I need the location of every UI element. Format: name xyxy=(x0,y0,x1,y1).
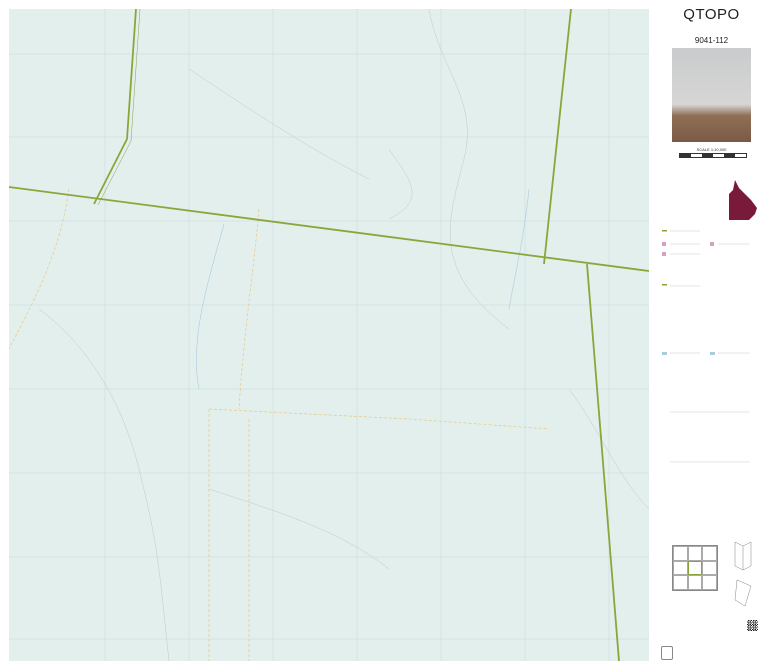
map-grid xyxy=(9,9,649,661)
landscape-photo xyxy=(672,48,751,142)
adjoining-sheets-diagram xyxy=(672,545,718,591)
map-frame[interactable] xyxy=(9,9,649,661)
map-title: QTOPO xyxy=(683,6,740,23)
sheet-number: 9041-112 xyxy=(694,36,729,45)
scale-label: SCALE 1:10,000 xyxy=(696,147,727,152)
folding-diagram xyxy=(734,541,752,607)
queensland-locator-map xyxy=(729,180,757,220)
legend xyxy=(662,230,750,463)
scale-bar xyxy=(679,153,747,158)
topographic-map[interactable] xyxy=(9,9,649,661)
map-margin-panel: QTOPO 9041-112 SCALE 1:10,000 xyxy=(655,0,768,671)
government-crest xyxy=(661,646,673,660)
vehicle-tracks xyxy=(9,188,550,661)
contour-lines xyxy=(38,9,649,661)
qr-code xyxy=(747,620,758,631)
